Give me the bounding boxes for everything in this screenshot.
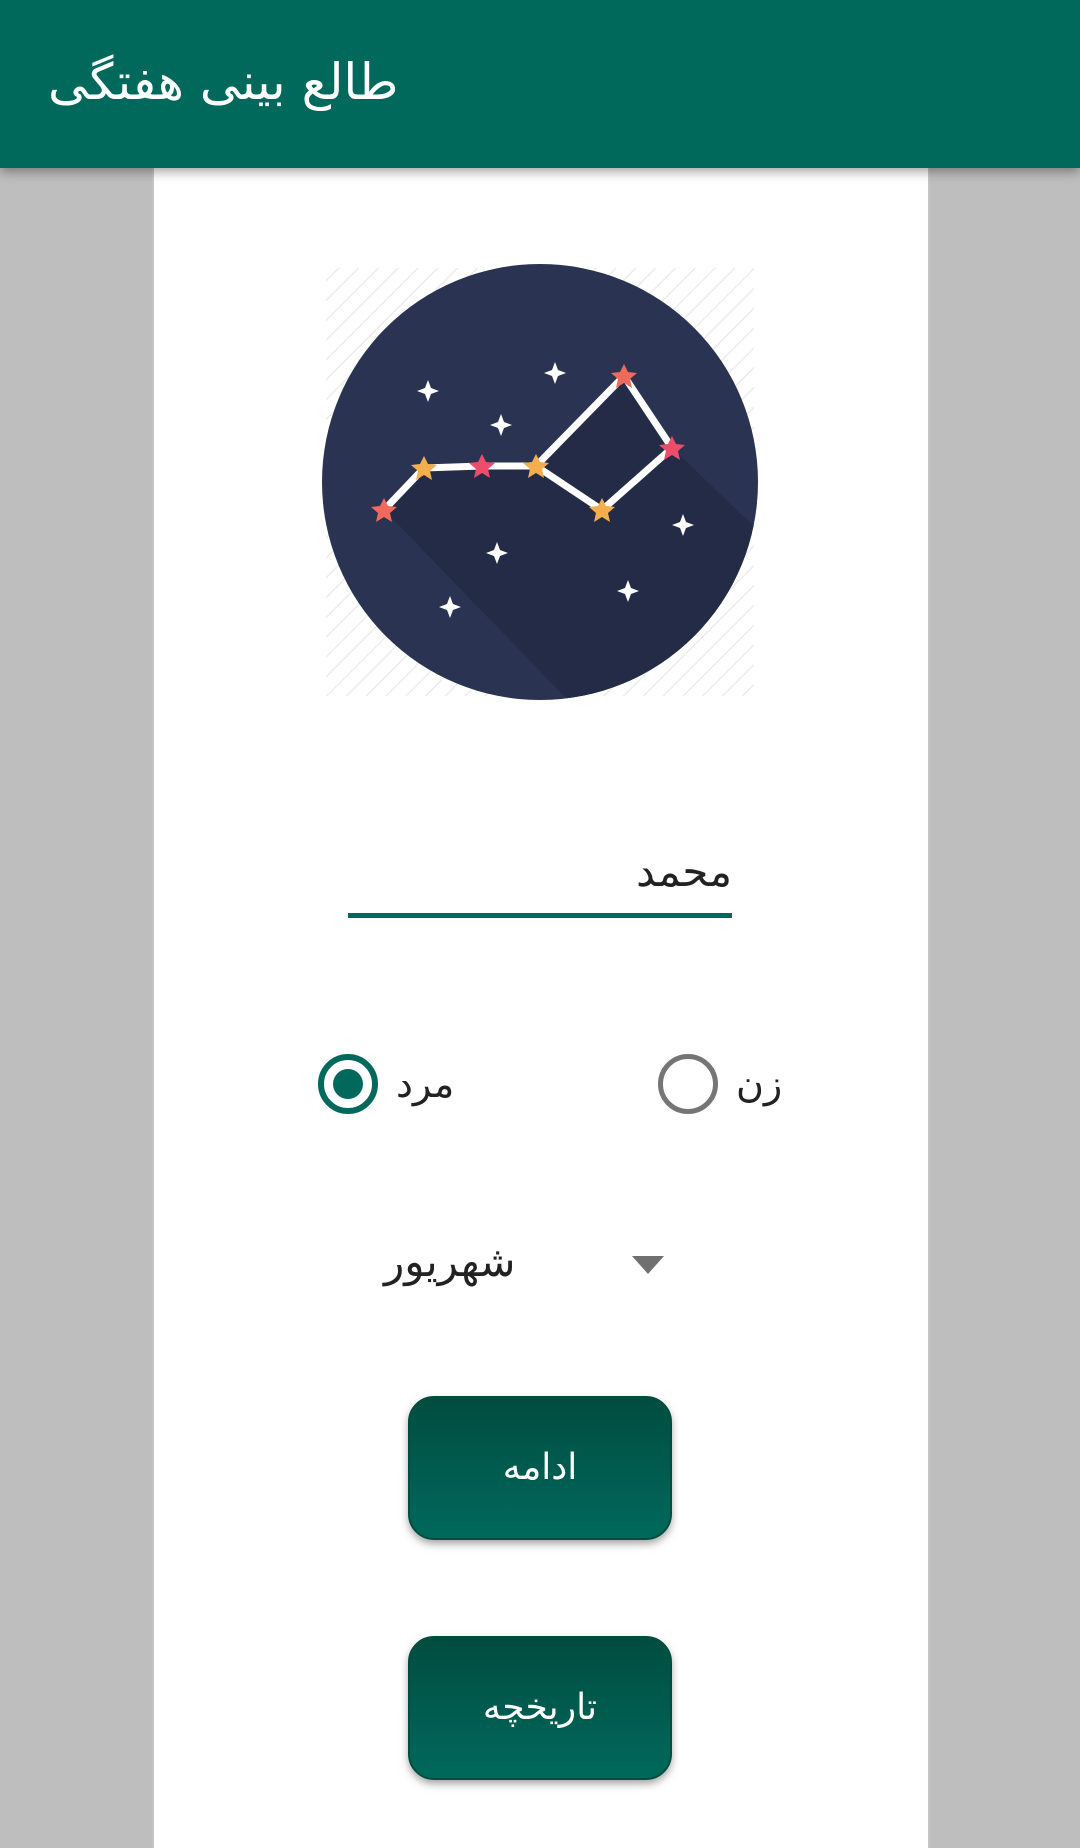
history-button[interactable]: تاریخچه xyxy=(408,1636,672,1780)
month-spinner[interactable]: شهریور xyxy=(372,1228,672,1300)
continue-button[interactable]: ادامه xyxy=(408,1396,672,1540)
male-radio[interactable] xyxy=(318,1054,378,1114)
app-title: طالع بینی هفتگی xyxy=(48,53,399,111)
constellation-icon xyxy=(322,264,758,700)
female-radio[interactable] xyxy=(658,1054,718,1114)
male-label[interactable]: مرد xyxy=(396,1058,454,1110)
app-bar: طالع بینی هفتگی xyxy=(0,0,1080,168)
month-value: شهریور xyxy=(384,1237,516,1286)
radio-checked-dot xyxy=(333,1069,363,1099)
name-input[interactable] xyxy=(348,830,732,918)
female-label[interactable]: زن xyxy=(736,1058,782,1110)
dropdown-arrow-icon xyxy=(632,1256,664,1274)
